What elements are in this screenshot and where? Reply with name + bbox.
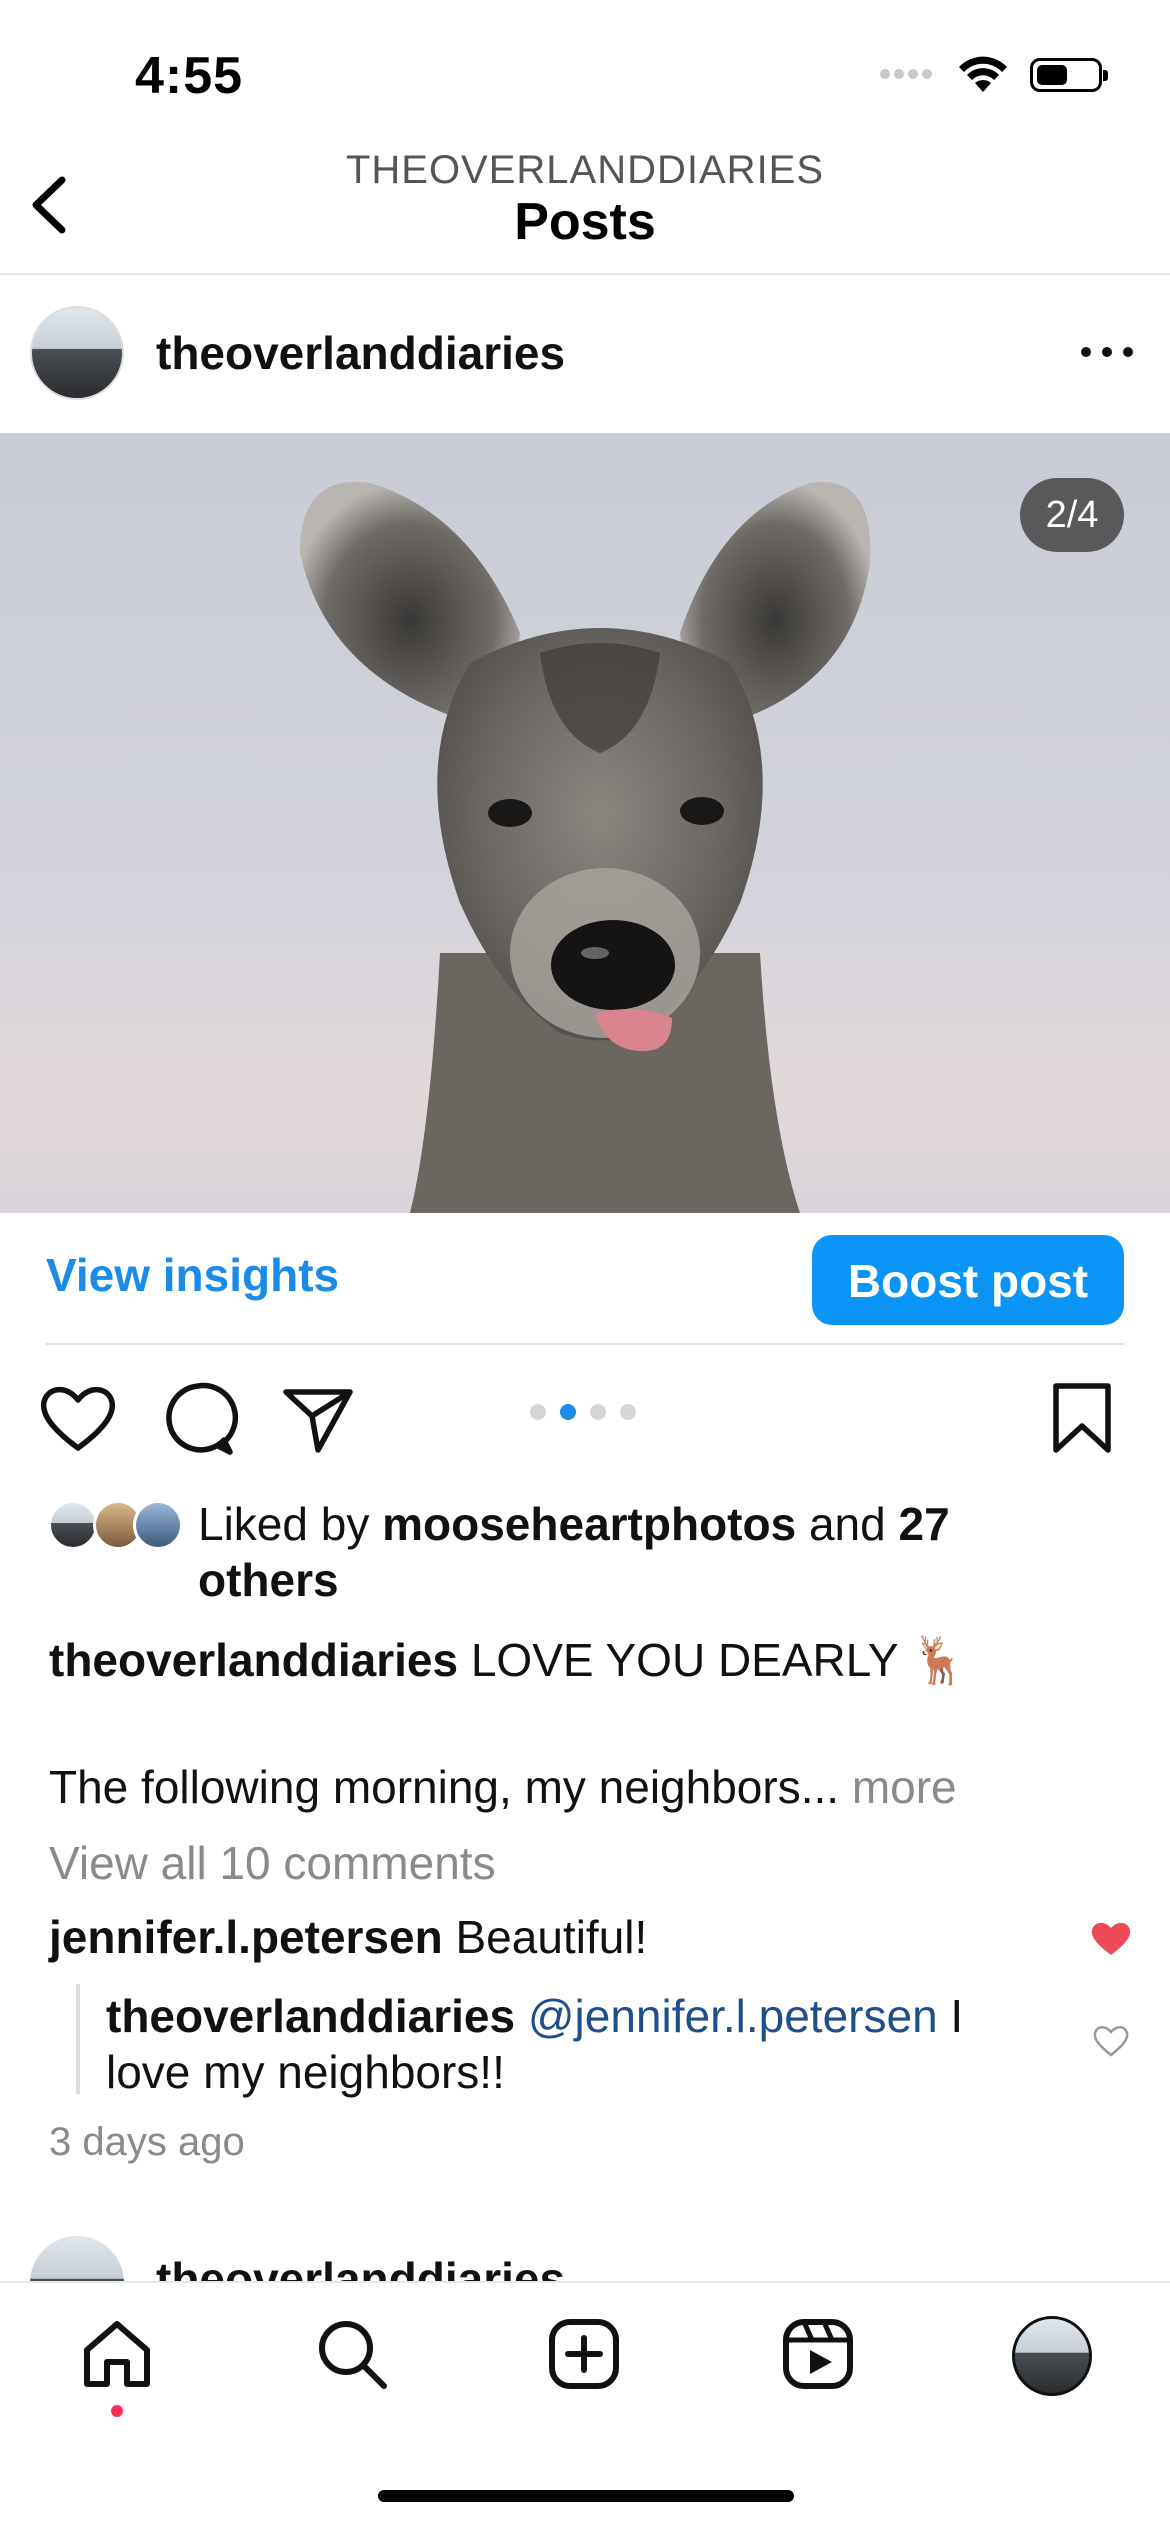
status-time: 4:55 — [135, 47, 244, 105]
comment-reply: theoverlanddiaries @jennifer.l.petersen … — [106, 1988, 1026, 2100]
post-timestamp: 3 days ago — [49, 2120, 245, 2164]
likes-middle: and — [796, 1498, 899, 1550]
home-indicator — [378, 2490, 794, 2502]
reels-icon[interactable] — [780, 2316, 856, 2392]
page-title: Posts — [514, 193, 656, 251]
reply-mention[interactable]: @jennifer.l.petersen — [528, 1990, 938, 2042]
battery-icon — [1030, 58, 1108, 92]
caption-username[interactable]: theoverlanddiaries — [49, 1634, 458, 1686]
share-icon[interactable] — [278, 1378, 358, 1458]
notification-dot — [111, 2405, 123, 2417]
carousel-dot — [620, 1404, 636, 1420]
create-icon[interactable] — [546, 2316, 622, 2392]
caption-line2: The following morning, my neighbors... — [49, 1761, 852, 1813]
reply-thread-line — [76, 1984, 80, 2094]
caption-continued: The following morning, my neighbors... m… — [49, 1760, 957, 1814]
media-counter: 2/4 — [1020, 478, 1124, 552]
comment-like-heart-filled-icon[interactable] — [1090, 1918, 1132, 1958]
view-all-comments-link[interactable]: View all 10 comments — [49, 1836, 496, 1890]
liker-avatar — [133, 1500, 183, 1550]
post-username[interactable]: theoverlanddiaries — [156, 326, 565, 380]
carousel-dot-active — [560, 1404, 576, 1420]
likes-prefix: Liked by — [198, 1498, 383, 1550]
carousel-dot — [590, 1404, 606, 1420]
comment: jennifer.l.petersen Beautiful! — [49, 1910, 647, 1964]
home-icon[interactable] — [79, 2316, 155, 2392]
comment-like-heart-icon[interactable] — [1092, 2022, 1130, 2058]
comment-text: Beautiful! — [442, 1911, 648, 1963]
header-divider — [0, 273, 1170, 275]
search-icon[interactable] — [314, 2316, 390, 2392]
liker-avatar — [48, 1500, 98, 1550]
insights-divider — [46, 1343, 1124, 1345]
reply-username[interactable]: theoverlanddiaries — [106, 1990, 515, 2042]
comment-username[interactable]: jennifer.l.petersen — [49, 1911, 443, 1963]
post-caption: theoverlanddiaries LOVE YOU DEARLY 🦌 — [49, 1632, 1129, 1688]
deer-photo — [300, 481, 871, 1213]
wifi-icon — [959, 56, 1007, 92]
post-image[interactable] — [0, 433, 1170, 1213]
cellular-signal-icon — [880, 66, 936, 84]
like-heart-icon[interactable] — [38, 1378, 118, 1458]
more-options-icon[interactable] — [1072, 332, 1142, 372]
likes-summary[interactable]: Liked by mooseheartphotos and 27 others — [198, 1496, 1038, 1608]
comment-icon[interactable] — [158, 1378, 238, 1458]
status-icons — [880, 56, 1108, 94]
liker-username[interactable]: mooseheartphotos — [382, 1498, 796, 1550]
caption-more-link[interactable]: more — [852, 1761, 957, 1813]
carousel-indicator — [530, 1404, 636, 1420]
caption-text: LOVE YOU DEARLY 🦌 — [458, 1634, 968, 1686]
save-bookmark-icon[interactable] — [1042, 1378, 1122, 1458]
profile-avatar[interactable] — [1012, 2316, 1092, 2396]
view-insights-link[interactable]: View insights — [46, 1248, 339, 1302]
boost-post-button[interactable]: Boost post — [812, 1235, 1124, 1325]
carousel-dot — [530, 1404, 546, 1420]
header-account: THEOVERLANDDIARIES — [345, 148, 825, 192]
post-author-avatar[interactable] — [30, 306, 124, 400]
